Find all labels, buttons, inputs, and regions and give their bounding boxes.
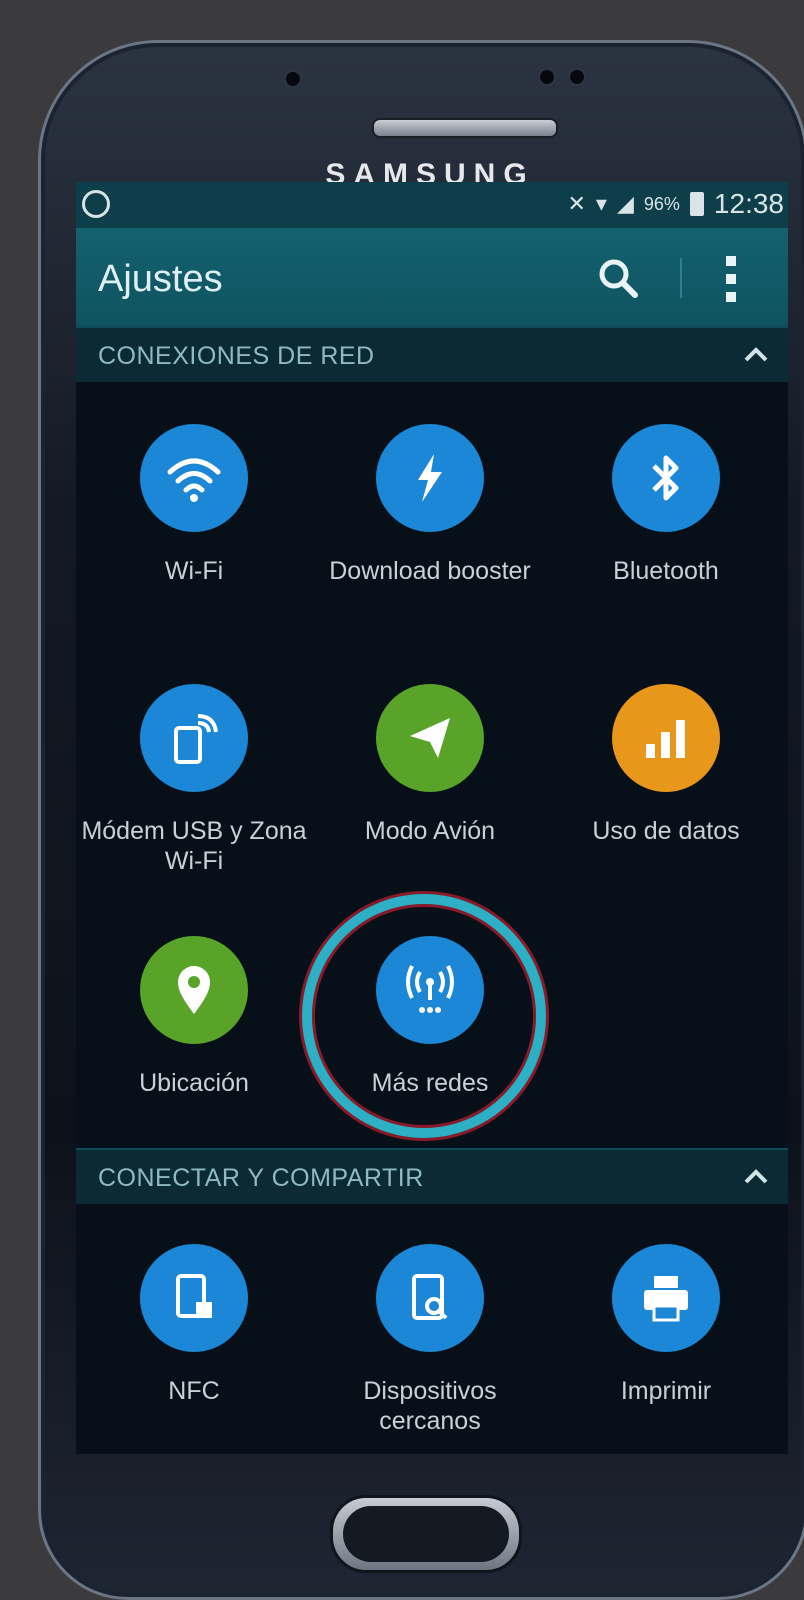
tile-nearby-devices[interactable]: Dispositivos cercanos <box>312 1244 548 1436</box>
airplane-icon <box>376 684 484 792</box>
tile-label: NFC <box>168 1377 220 1405</box>
tile-label: Uso de datos <box>592 817 740 845</box>
tile-nfc[interactable]: NFC <box>76 1244 312 1406</box>
tile-label: Ubicación <box>139 1069 249 1097</box>
print-icon <box>612 1244 720 1352</box>
tile-label: Módem USB y Zona Wi-Fi <box>81 817 307 875</box>
connect-grid: NFC Dispositivos cercanos Imprimir <box>76 1202 788 1454</box>
section-header-network[interactable]: CONEXIONES DE RED <box>76 326 788 382</box>
earpiece-speaker <box>372 118 558 138</box>
front-camera <box>538 68 556 86</box>
wifi-icon <box>140 424 248 532</box>
proximity-sensor <box>284 70 302 88</box>
hotspot-icon <box>140 684 248 792</box>
nearby-devices-icon <box>376 1244 484 1352</box>
location-icon <box>140 936 248 1044</box>
download-booster-icon <box>376 424 484 532</box>
status-time: 12:38 <box>713 188 784 219</box>
tile-data-usage[interactable]: Uso de datos <box>548 684 784 846</box>
screen: ✕ ▾ ◢ 96% 12:38 Ajustes CONEXIONES DE RE… <box>76 182 788 1454</box>
tile-label: Imprimir <box>620 1377 712 1405</box>
light-sensor <box>568 68 586 86</box>
tile-location[interactable]: Ubicación <box>76 936 312 1098</box>
status-bar: ✕ ▾ ◢ 96% 12:38 <box>76 182 788 228</box>
tile-download-booster[interactable]: Download booster <box>312 424 548 586</box>
tile-usb-modem-hotspot[interactable]: Módem USB y Zona Wi-Fi <box>76 684 312 876</box>
bluetooth-icon <box>612 424 720 532</box>
tile-print[interactable]: Imprimir <box>548 1244 784 1406</box>
chevron-up-icon[interactable] <box>742 342 770 366</box>
signal-icon: ◢ <box>616 191 634 216</box>
section-label: CONEXIONES DE RED <box>98 342 375 370</box>
tile-label: Modo Avión <box>364 817 496 845</box>
battery-icon <box>689 192 704 216</box>
page-title: Ajustes <box>98 258 223 300</box>
search-icon[interactable] <box>596 256 640 300</box>
more-vert-icon[interactable] <box>716 252 746 306</box>
mute-icon: ✕ <box>567 191 586 216</box>
tile-bluetooth[interactable]: Bluetooth <box>548 424 784 586</box>
action-divider <box>680 258 682 298</box>
data-usage-icon <box>612 684 720 792</box>
section-label: CONECTAR Y COMPARTIR <box>98 1164 424 1192</box>
action-bar: Ajustes <box>76 228 788 326</box>
nfc-icon <box>140 1244 248 1352</box>
tile-label: Download booster <box>329 557 531 585</box>
wifi-status-icon: ▾ <box>595 191 607 216</box>
network-grid: Wi-Fi Download booster Bluetooth Módem U… <box>76 382 788 1158</box>
chevron-up-icon[interactable] <box>742 1164 770 1188</box>
tile-label: Bluetooth <box>613 557 719 585</box>
tile-wifi[interactable]: Wi-Fi <box>76 424 312 586</box>
tile-label: Dispositivos cercanos <box>363 1377 497 1435</box>
section-header-connect-share[interactable]: CONECTAR Y COMPARTIR <box>76 1148 788 1204</box>
home-button[interactable] <box>330 1495 522 1573</box>
tile-airplane-mode[interactable]: Modo Avión <box>312 684 548 846</box>
tile-label: Wi-Fi <box>164 557 224 585</box>
highlight-circle <box>302 894 546 1138</box>
battery-percent: 96% <box>643 193 680 214</box>
whatsapp-notification-icon <box>82 190 110 218</box>
